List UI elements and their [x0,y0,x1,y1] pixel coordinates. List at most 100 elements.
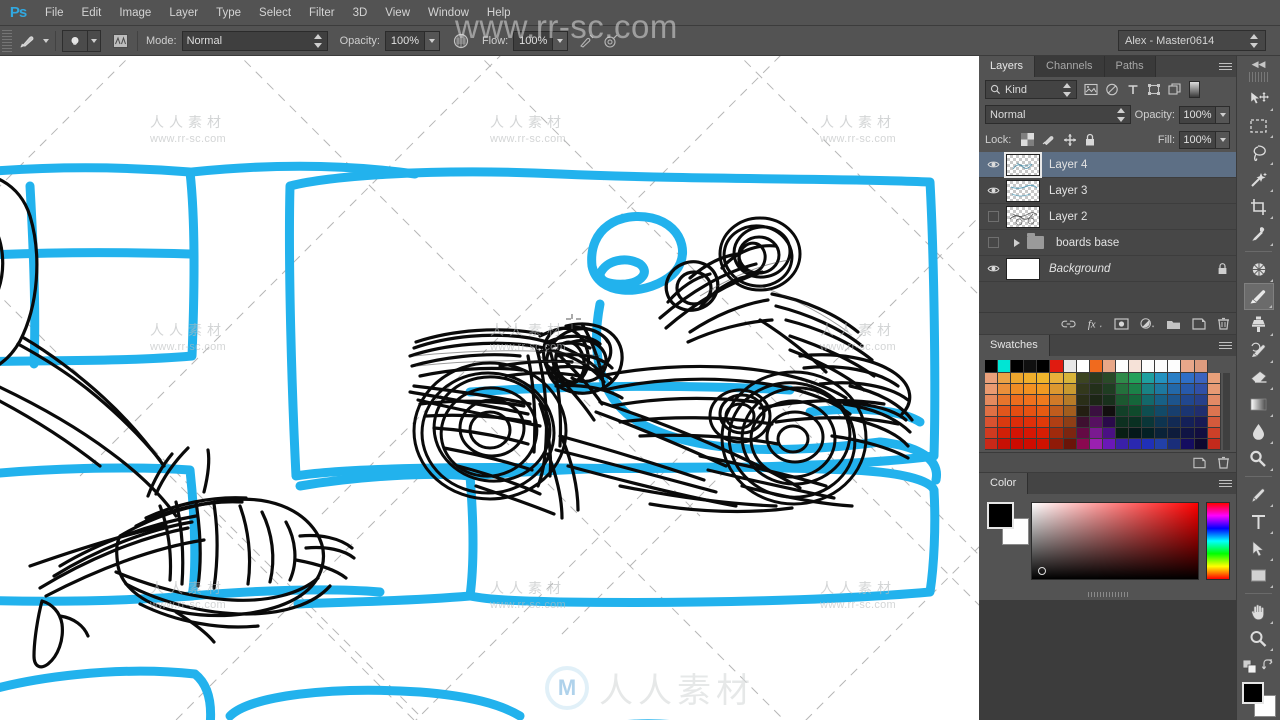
delete-swatch-icon[interactable] [1217,456,1230,469]
swatch-item[interactable] [985,439,999,450]
swatch-item[interactable] [1129,373,1143,384]
spot-healing-brush-tool[interactable] [1244,256,1274,283]
swatch-item[interactable] [1115,384,1130,395]
hue-slider[interactable] [1206,502,1230,580]
toolbar-foreground-color[interactable] [1242,682,1264,704]
swatch-item[interactable] [1181,439,1195,450]
swatch-item[interactable] [985,417,999,428]
clone-stamp-tool[interactable] [1244,310,1274,337]
new-layer-icon[interactable] [1192,317,1206,330]
swatch-item[interactable] [1024,373,1038,384]
smart-object-filter-icon[interactable] [1165,80,1184,99]
swatch-item[interactable] [1115,417,1130,428]
menu-layer[interactable]: Layer [160,0,207,26]
swatch-item[interactable] [1142,384,1156,395]
swatch-item[interactable] [1168,406,1182,417]
swatch-item[interactable] [1207,417,1221,428]
layers-list[interactable]: Layer 4 Layer 3 Layer 2 boards base Back… [979,152,1236,312]
delete-layer-icon[interactable] [1217,317,1230,330]
swatch-item[interactable] [1181,360,1195,373]
pen-tool[interactable] [1244,481,1274,508]
swatch-item[interactable] [998,373,1012,384]
swatch-item[interactable] [1129,406,1143,417]
swatch-item[interactable] [1142,417,1156,428]
gradient-tool[interactable] [1244,391,1274,418]
swatch-item[interactable] [1115,428,1130,439]
symmetry-icon[interactable] [600,30,622,52]
menu-edit[interactable]: Edit [73,0,111,26]
swatch-item[interactable] [1207,406,1221,417]
swatch-item[interactable] [1037,384,1051,395]
shape-filter-icon[interactable] [1144,80,1163,99]
swatch-item[interactable] [1168,384,1182,395]
swatch-item[interactable] [1089,439,1103,450]
layer-visibility-toggle[interactable] [981,160,1006,169]
swatch-item[interactable] [1037,373,1051,384]
lasso-tool[interactable] [1244,139,1274,166]
swatch-item[interactable] [1102,395,1116,406]
swatch-item[interactable] [1102,373,1116,384]
swatch-item[interactable] [1011,439,1025,450]
swatch-item[interactable] [1089,360,1103,373]
swatch-item[interactable] [1024,360,1038,373]
swatch-item[interactable] [1024,384,1038,395]
swatch-item[interactable] [1037,439,1051,450]
swatch-item[interactable] [1050,417,1064,428]
swatch-item[interactable] [1207,384,1221,395]
swatch-item[interactable] [1011,406,1025,417]
swatch-item[interactable] [1129,439,1143,450]
fill-input[interactable]: 100% [1179,130,1216,149]
tab-swatches[interactable]: Swatches [979,335,1050,356]
swatch-item[interactable] [1194,417,1208,428]
swatch-item[interactable] [1181,373,1195,384]
swatch-item[interactable] [1076,417,1090,428]
zoom-tool[interactable] [1244,625,1274,652]
swatch-item[interactable] [985,428,999,439]
menu-file[interactable]: File [36,0,73,26]
tab-color[interactable]: Color [979,473,1029,494]
opacity-input[interactable]: 100% [384,30,425,51]
swatches-grid[interactable] [979,356,1236,452]
layer-row-background[interactable]: Background [979,256,1236,282]
layer-thumbnail[interactable] [1004,152,1042,178]
new-group-icon[interactable] [1166,318,1181,330]
rectangle-shape-tool[interactable] [1244,562,1274,589]
swatch-item[interactable] [1155,384,1169,395]
swatch-item[interactable] [1115,395,1130,406]
panel-menu-icon[interactable] [1219,478,1232,489]
swatch-item[interactable] [1076,406,1090,417]
swatch-item[interactable] [985,384,999,395]
adjustment-filter-icon[interactable] [1102,80,1121,99]
lock-transparency-icon[interactable] [1021,133,1035,146]
swatch-item[interactable] [1194,360,1208,373]
panel-menu-icon[interactable] [1219,340,1232,351]
flow-dropdown[interactable] [553,30,569,51]
swatch-item[interactable] [1129,395,1143,406]
chevron-right-icon[interactable] [1014,238,1020,247]
swatch-item[interactable] [1063,428,1077,439]
swatch-item[interactable] [1207,428,1221,439]
layer-visibility-toggle[interactable] [981,237,1006,248]
swatch-item[interactable] [1037,395,1051,406]
swatch-item[interactable] [1050,384,1064,395]
lock-all-icon[interactable] [1084,133,1096,147]
swatch-item[interactable] [1181,395,1195,406]
layer-row-layer-2[interactable]: Layer 2 [979,204,1236,230]
swatch-item[interactable] [1155,395,1169,406]
layer-opacity-input[interactable]: 100% [1179,105,1216,124]
layer-visibility-toggle[interactable] [981,264,1006,273]
swatch-item[interactable] [1063,384,1077,395]
swatch-item[interactable] [1181,417,1195,428]
swatch-item[interactable] [998,428,1012,439]
swatch-item[interactable] [1102,406,1116,417]
swatch-item[interactable] [1063,417,1077,428]
swatch-item[interactable] [1037,360,1051,373]
fill-dropdown[interactable] [1216,130,1230,149]
lock-pixels-icon[interactable] [1041,133,1056,146]
swatch-item[interactable] [1155,417,1169,428]
swatch-item[interactable] [1037,417,1051,428]
swatch-item[interactable] [1050,439,1064,450]
menu-select[interactable]: Select [250,0,300,26]
layer-visibility-toggle[interactable] [981,211,1006,222]
swatch-item[interactable] [1050,395,1064,406]
